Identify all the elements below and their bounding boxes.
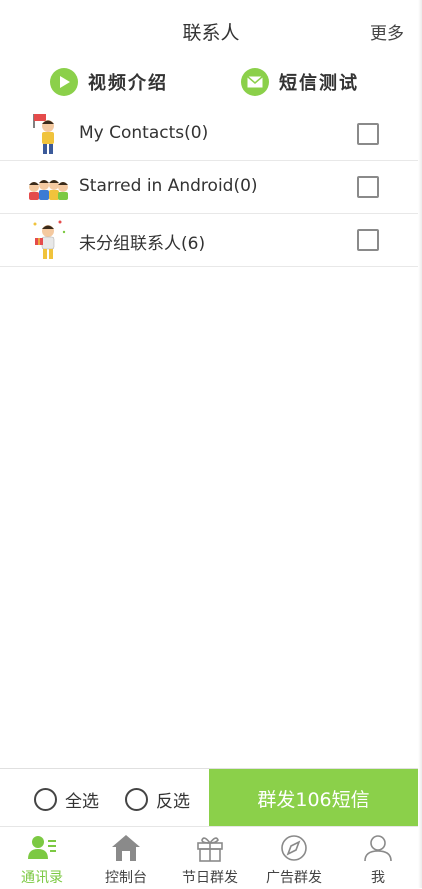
select-all-option[interactable]: 全选 <box>34 787 99 812</box>
video-intro-button[interactable]: 视频介绍 <box>50 66 168 98</box>
group-row-ungrouped[interactable]: 未分组联系人(6) <box>0 214 418 267</box>
contact-group-list: My Contacts(0) Starred in Android(0) 未分组… <box>0 108 418 267</box>
more-button[interactable]: 更多 <box>370 19 404 44</box>
invert-selection-option[interactable]: 反选 <box>125 787 190 812</box>
page-title: 联系人 <box>182 22 240 44</box>
group-label: My Contacts(0) <box>79 123 209 143</box>
tab-label: 通讯录 <box>21 870 63 886</box>
group-label: 未分组联系人(6) <box>79 234 206 254</box>
invert-selection-label: 反选 <box>156 792 190 812</box>
contacts-icon <box>26 833 58 863</box>
cartoon-group-icon <box>26 165 70 209</box>
sms-test-button[interactable]: 短信测试 <box>241 66 359 98</box>
select-all-radio[interactable] <box>34 788 57 811</box>
gift-icon <box>194 833 226 863</box>
top-header: 联系人 更多 <box>0 0 422 62</box>
tab-console[interactable]: 控制台 <box>84 827 168 889</box>
cartoon-boy-with-flag-icon <box>26 112 70 156</box>
invert-selection-radio[interactable] <box>125 788 148 811</box>
tab-holiday-bulk[interactable]: 节日群发 <box>168 827 252 889</box>
tab-label: 控制台 <box>105 870 147 886</box>
tab-label: 节日群发 <box>182 870 238 886</box>
bottom-tab-bar: 通讯录 控制台 节日群发 广告群发 我 <box>0 826 418 889</box>
group-checkbox[interactable] <box>357 229 379 251</box>
action-row: 视频介绍 短信测试 <box>0 62 422 104</box>
play-icon <box>50 68 78 96</box>
cartoon-boy-with-gift-icon <box>26 218 70 262</box>
bottom-action-bar: 全选 反选 群发106短信 <box>0 768 418 827</box>
group-checkbox[interactable] <box>357 176 379 198</box>
video-intro-label: 视频介绍 <box>88 73 168 94</box>
tab-ad-bulk[interactable]: 广告群发 <box>252 827 336 889</box>
compass-icon <box>278 833 310 863</box>
group-row-my-contacts[interactable]: My Contacts(0) <box>0 108 418 161</box>
sms-test-label: 短信测试 <box>279 73 359 94</box>
home-icon <box>110 833 142 863</box>
tab-label: 广告群发 <box>266 870 322 886</box>
group-label: Starred in Android(0) <box>79 176 258 196</box>
tab-me[interactable]: 我 <box>336 827 420 889</box>
group-checkbox[interactable] <box>357 123 379 145</box>
select-all-label: 全选 <box>65 792 99 812</box>
tab-contacts[interactable]: 通讯录 <box>0 827 84 889</box>
send-106-sms-button[interactable]: 群发106短信 <box>209 769 418 827</box>
user-icon <box>362 833 394 863</box>
tab-label: 我 <box>371 870 385 886</box>
group-row-starred[interactable]: Starred in Android(0) <box>0 161 418 214</box>
right-edge-shadow <box>418 0 422 888</box>
envelope-icon <box>241 68 269 96</box>
